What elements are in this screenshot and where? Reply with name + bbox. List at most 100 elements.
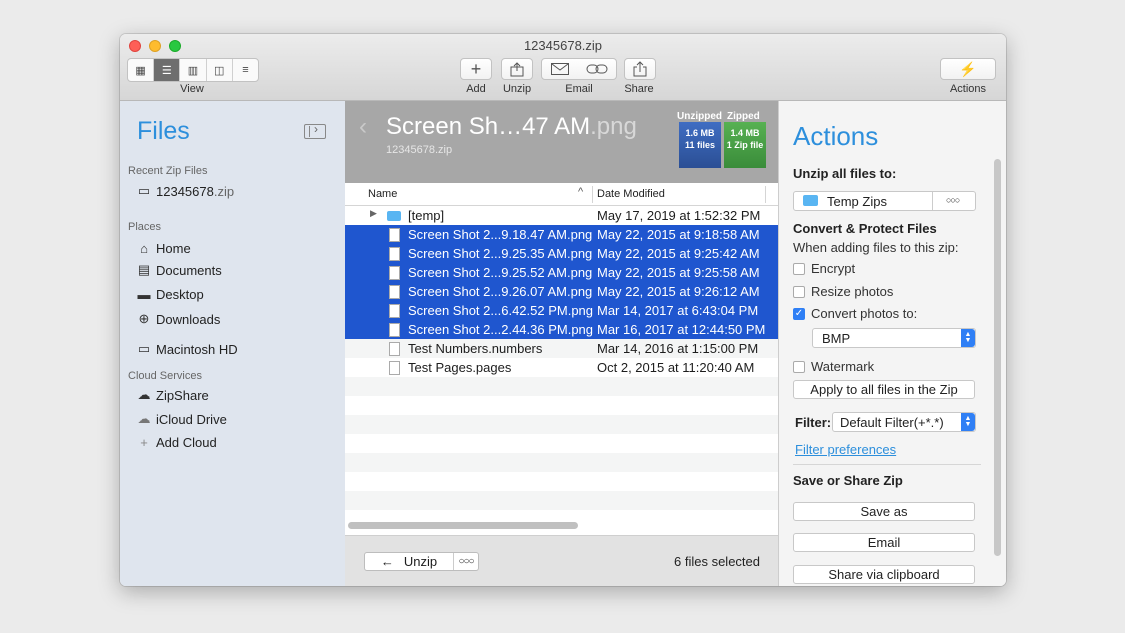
sidebar-item-home[interactable]: ⌂ Home bbox=[136, 241, 191, 256]
sidebar-item-downloads[interactable]: ⊕ Downloads bbox=[136, 311, 221, 327]
sidebar-item-label: Documents bbox=[156, 262, 222, 278]
file-name: Screen Shot 2...9.25.35 AM.png bbox=[408, 246, 593, 261]
actions-button[interactable]: ⚡ bbox=[940, 58, 996, 80]
unzip-button[interactable]: ← Unzip bbox=[365, 553, 454, 570]
select-arrows-icon: ▲ ▼ bbox=[961, 329, 975, 347]
convert-label: Convert photos to: bbox=[811, 306, 918, 321]
more-options-icon[interactable]: ○○○ bbox=[454, 553, 478, 570]
table-row[interactable]: ▶ [temp] May 17, 2019 at 1:52:32 PM bbox=[345, 206, 778, 225]
column-header-name[interactable]: Name bbox=[368, 188, 397, 200]
empty-row bbox=[345, 396, 778, 415]
table-row[interactable]: Test Numbers.numbers Mar 14, 2016 at 1:15… bbox=[345, 339, 778, 358]
sort-ascending-icon[interactable]: ^ bbox=[578, 186, 583, 198]
sidebar-toggle-icon[interactable] bbox=[304, 122, 326, 139]
share-button[interactable] bbox=[624, 58, 656, 80]
vertical-scrollbar[interactable] bbox=[994, 159, 1001, 556]
save-as-button[interactable]: Save as bbox=[793, 502, 975, 521]
checkbox-icon bbox=[793, 262, 805, 275]
file-icon bbox=[387, 246, 401, 261]
destination-picker[interactable]: Temp Zips ○○○ bbox=[793, 191, 976, 211]
encrypt-checkbox[interactable]: Encrypt bbox=[793, 261, 855, 276]
when-adding-label: When adding files to this zip: bbox=[793, 240, 959, 255]
field-divider bbox=[932, 192, 933, 210]
file-date: May 17, 2019 at 1:52:32 PM bbox=[597, 208, 761, 223]
add-button[interactable]: + bbox=[460, 58, 492, 80]
zipped-count: 1 Zip file bbox=[726, 140, 764, 150]
folder-icon bbox=[803, 195, 818, 206]
column-divider bbox=[765, 186, 766, 203]
unzipped-count: 11 files bbox=[684, 140, 716, 150]
zipped-size-badge: 1.4 MB 1 Zip file bbox=[724, 122, 766, 168]
filter-select[interactable]: Default Filter(+*.*) ▲ ▼ bbox=[832, 412, 976, 432]
sidebar-item-label: Home bbox=[156, 241, 191, 256]
sidebar: Files Recent Zip Files ▭ 12345678.zip Pl… bbox=[120, 101, 346, 586]
apply-to-all-button[interactable]: Apply to all files in the Zip bbox=[793, 380, 975, 399]
table-row[interactable]: Screen Shot 2...6.42.52 PM.png Mar 14, 20… bbox=[345, 301, 778, 320]
share-clipboard-button[interactable]: Share via clipboard bbox=[793, 565, 975, 584]
view-mode-selector[interactable]: ▦ ☰ ▥ ◫ ≡ bbox=[127, 58, 259, 82]
file-name-ext: .png bbox=[590, 113, 637, 140]
empty-row bbox=[345, 453, 778, 472]
sidebar-item-add-cloud[interactable]: + Add Cloud bbox=[136, 435, 217, 450]
encrypt-label: Encrypt bbox=[811, 261, 856, 276]
email-zip-button[interactable]: Email bbox=[793, 533, 975, 552]
unzipped-caption: Unzipped bbox=[677, 111, 722, 122]
folder-icon bbox=[387, 208, 401, 223]
filter-preferences-link[interactable]: Filter preferences bbox=[795, 442, 896, 457]
icon-view-icon[interactable]: ▦ bbox=[128, 59, 155, 81]
outline-view-icon[interactable]: ≡ bbox=[233, 59, 258, 81]
documents-icon: ▤ bbox=[137, 262, 151, 277]
sidebar-item-label: Downloads bbox=[156, 311, 221, 327]
gallery-view-icon[interactable]: ◫ bbox=[207, 59, 233, 81]
sidebar-item-zipshare[interactable]: ☁ ZipShare bbox=[136, 387, 209, 403]
file-name: Test Numbers.numbers bbox=[408, 341, 543, 356]
select-arrows-icon: ▲ ▼ bbox=[961, 413, 975, 431]
unzip-toolbar-button[interactable] bbox=[501, 58, 533, 80]
column-divider bbox=[592, 186, 593, 203]
cloud-filled-icon: ☁ bbox=[137, 387, 151, 402]
sidebar-item-icloud-drive[interactable]: ☁ iCloud Drive bbox=[136, 411, 227, 427]
file-date: Mar 16, 2017 at 12:44:50 PM bbox=[597, 322, 766, 337]
horizontal-scrollbar[interactable] bbox=[348, 522, 578, 529]
table-row[interactable]: Screen Shot 2...9.25.35 AM.png May 22, 20… bbox=[345, 244, 778, 263]
sidebar-item-desktop[interactable]: ▬ Desktop bbox=[136, 287, 204, 302]
table-row[interactable]: Screen Shot 2...2.44.36 PM.png Mar 16, 20… bbox=[345, 320, 778, 339]
unzip-icon bbox=[510, 61, 524, 76]
actions-label: Actions bbox=[949, 83, 987, 95]
watermark-checkbox[interactable]: Watermark bbox=[793, 359, 874, 374]
plus-icon: + bbox=[140, 435, 148, 450]
sidebar-item-label: Desktop bbox=[156, 287, 204, 302]
table-row[interactable]: Test Pages.pages Oct 2, 2015 at 11:20:40 … bbox=[345, 358, 778, 377]
resize-photos-checkbox[interactable]: Resize photos bbox=[793, 284, 893, 299]
archive-header: ‹ Screen Sh…47 AM.png 12345678.zip Unzip… bbox=[345, 101, 778, 183]
email-button[interactable] bbox=[541, 58, 617, 80]
file-name: [temp] bbox=[408, 208, 445, 223]
table-row[interactable]: Screen Shot 2...9.25.52 AM.png May 22, 20… bbox=[345, 263, 778, 282]
arrow-left-icon: ← bbox=[380, 554, 394, 569]
format-select[interactable]: BMP ▲ ▼ bbox=[812, 328, 976, 348]
convert-photos-checkbox[interactable]: ✓ Convert photos to: bbox=[793, 306, 917, 321]
file-date: May 22, 2015 at 9:25:58 AM bbox=[597, 265, 760, 280]
table-row[interactable]: Screen Shot 2...9.26.07 AM.png May 22, 20… bbox=[345, 282, 778, 301]
share-label: Share bbox=[624, 83, 654, 95]
column-view-icon[interactable]: ▥ bbox=[180, 59, 207, 81]
back-chevron-icon[interactable]: ‹ bbox=[359, 113, 367, 141]
list-view-icon[interactable]: ☰ bbox=[154, 59, 181, 81]
unzipped-size: 1.6 MB bbox=[685, 128, 715, 138]
sidebar-item-documents[interactable]: ▤ Documents bbox=[136, 262, 222, 278]
sidebar-item-recent-zip[interactable]: ▭ 12345678 .zip bbox=[136, 183, 234, 199]
more-options-icon[interactable]: ○○○ bbox=[946, 195, 960, 205]
unzip-split-button[interactable]: ← Unzip ○○○ bbox=[364, 552, 479, 571]
file-date: Mar 14, 2016 at 1:15:00 PM bbox=[597, 341, 759, 356]
file-name-main: Screen Sh…47 AM bbox=[386, 113, 591, 140]
save-share-heading: Save or Share Zip bbox=[793, 473, 903, 488]
disclosure-triangle-icon[interactable]: ▶ bbox=[370, 208, 377, 219]
unzipped-size-badge: 1.6 MB 11 files bbox=[679, 122, 721, 168]
table-row[interactable]: Screen Shot 2...9.18.47 AM.png May 22, 20… bbox=[345, 225, 778, 244]
file-icon bbox=[387, 322, 401, 337]
sidebar-item-macintosh-hd[interactable]: ▭ Macintosh HD bbox=[136, 341, 238, 357]
filter-label: Filter: bbox=[795, 415, 832, 430]
file-icon bbox=[387, 341, 401, 356]
file-date: May 22, 2015 at 9:18:58 AM bbox=[597, 227, 760, 242]
column-header-date[interactable]: Date Modified bbox=[597, 188, 665, 200]
